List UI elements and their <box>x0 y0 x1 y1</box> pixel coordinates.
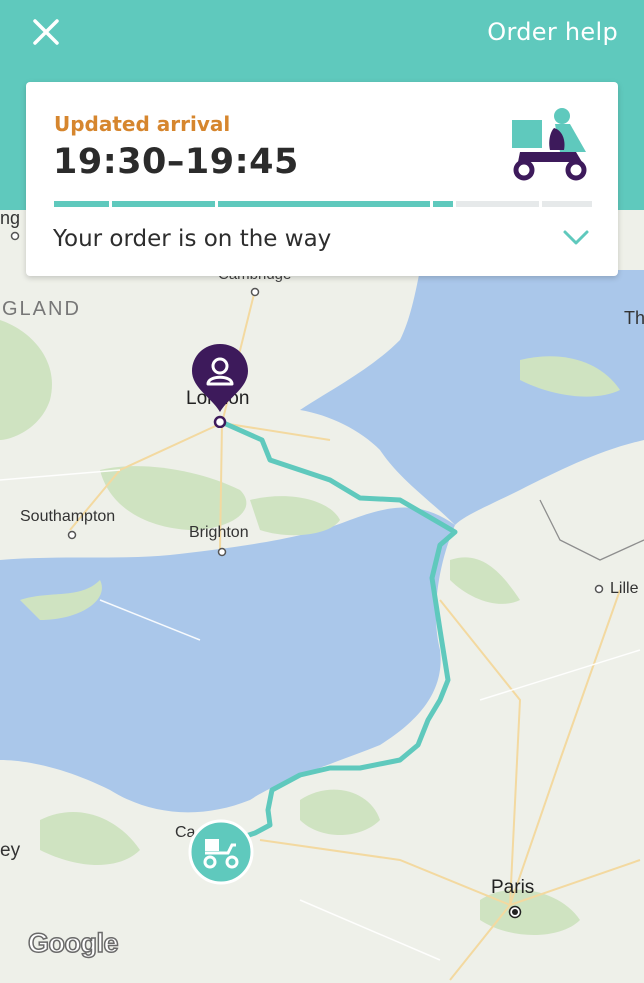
progress-segment <box>542 201 592 207</box>
google-attribution: Google <box>27 927 119 959</box>
map-label-ey: ey <box>0 840 21 861</box>
rider-marker-icon[interactable] <box>188 819 254 885</box>
delivery-progress-bar <box>54 201 592 207</box>
progress-segment <box>433 201 453 207</box>
close-icon[interactable] <box>26 12 66 52</box>
map-label-brighton: Brighton <box>189 524 249 541</box>
progress-segment <box>218 201 430 207</box>
map-label-lille: Lille <box>610 580 639 597</box>
map-label-england: GLAND <box>2 298 81 320</box>
delivery-rider-icon <box>512 108 587 181</box>
map-label-paris: Paris <box>491 877 535 898</box>
map-label-th: Th <box>624 308 644 328</box>
order-help-link[interactable]: Order help <box>487 18 618 46</box>
map-label-top-left: ing <box>0 208 21 228</box>
progress-segment <box>54 201 109 207</box>
arrival-label: Updated arrival <box>54 112 231 136</box>
order-status-card[interactable]: Updated arrival 19:30–19:45 Your order i… <box>26 82 618 276</box>
order-status-text: Your order is on the way <box>53 226 332 252</box>
arrival-time: 19:30–19:45 <box>53 142 299 182</box>
map-label-southampton: Southampton <box>20 508 116 525</box>
customer-location-pin[interactable] <box>190 342 250 428</box>
chevron-down-icon[interactable] <box>562 228 590 248</box>
progress-segment <box>456 201 539 207</box>
progress-segment <box>112 201 215 207</box>
